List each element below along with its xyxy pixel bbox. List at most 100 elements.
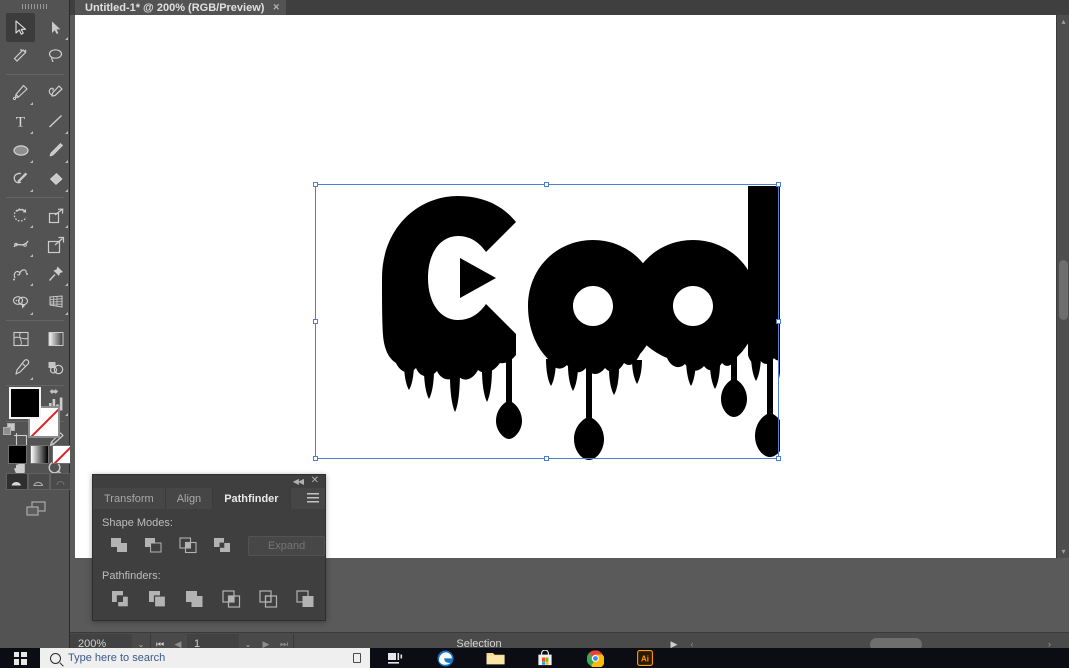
scroll-down-icon[interactable]: ▾ — [1057, 545, 1069, 558]
mesh-tool[interactable] — [6, 324, 35, 353]
tools-panel-drag-handle[interactable] — [0, 0, 70, 12]
minus-back-button[interactable] — [287, 588, 324, 610]
gradient-tool[interactable] — [41, 324, 70, 353]
vertical-scrollbar[interactable]: ▴ ▾ — [1056, 15, 1069, 558]
panel-titlebar[interactable]: ◀◀ ✕ — [93, 475, 325, 488]
scroll-up-icon[interactable]: ▴ — [1057, 15, 1069, 28]
blend-icon — [48, 361, 63, 374]
direct-selection-tool[interactable] — [41, 13, 70, 42]
scale-tool[interactable] — [41, 201, 70, 230]
curvature-tool[interactable] — [41, 78, 70, 107]
svg-text:Ai: Ai — [641, 655, 649, 664]
tool-separator — [6, 197, 64, 198]
width-tool[interactable] — [6, 230, 35, 259]
none-color-button[interactable] — [52, 445, 71, 464]
tab-transform[interactable]: Transform — [93, 488, 166, 509]
minus-back-icon — [295, 590, 313, 607]
collapse-panel-icon[interactable]: ◀◀ — [293, 477, 304, 486]
cortana-box-icon[interactable] — [353, 653, 361, 663]
exclude-icon — [214, 538, 231, 552]
fill-swatch[interactable] — [9, 387, 41, 419]
scroll-right-icon[interactable]: › — [1048, 639, 1051, 649]
panel-tab-strip: Transform Align Pathfinder — [93, 488, 325, 509]
start-button[interactable] — [0, 648, 40, 668]
tab-align[interactable]: Align — [166, 488, 214, 509]
flyout-indicator-icon — [30, 312, 33, 315]
line-segment-tool[interactable] — [41, 107, 70, 136]
type-T-icon: T — [16, 115, 25, 131]
microsoft-edge-button[interactable] — [420, 648, 470, 668]
vertical-scrollbar-thumb[interactable] — [1059, 260, 1068, 320]
merge-icon — [185, 591, 202, 607]
default-fill-stroke-icon[interactable] — [3, 423, 16, 436]
crop-icon — [221, 590, 240, 608]
flyout-indicator-icon — [30, 254, 33, 257]
eraser-tool[interactable] — [41, 165, 70, 194]
perspective-grid-icon — [49, 294, 62, 308]
lasso-tool[interactable] — [41, 42, 70, 71]
pen-nib-icon — [12, 84, 28, 101]
divide-button[interactable] — [102, 588, 139, 610]
blend-tool[interactable] — [41, 353, 70, 382]
crop-button[interactable] — [213, 588, 250, 610]
adobe-illustrator-button[interactable]: Ai — [620, 648, 670, 668]
eyedropper-tool[interactable] — [6, 353, 35, 382]
ellipse-tool[interactable] — [6, 136, 35, 165]
close-panel-icon[interactable]: ✕ — [311, 476, 319, 486]
merge-button[interactable] — [176, 588, 213, 610]
tools-panel: T ⬌ — [0, 0, 72, 655]
tab-pathfinder[interactable]: Pathfinder — [213, 488, 291, 509]
expand-button[interactable]: Expand — [248, 535, 326, 556]
draw-behind-button[interactable] — [28, 473, 50, 490]
lasso-icon — [48, 49, 63, 63]
type-tool[interactable]: T — [6, 107, 35, 136]
perspective-grid-tool[interactable] — [41, 288, 70, 317]
color-controls: ⬌ — [0, 385, 72, 516]
minus-front-button[interactable] — [137, 535, 172, 556]
intersect-button[interactable] — [171, 535, 206, 556]
document-tab-title: Untitled-1* @ 200% (RGB/Preview) — [85, 1, 265, 14]
google-chrome-button[interactable] — [570, 648, 620, 668]
draw-inside-button[interactable] — [50, 473, 72, 490]
solid-color-button[interactable] — [8, 445, 27, 464]
file-explorer-icon — [486, 652, 505, 664]
pushpin-icon — [48, 266, 63, 281]
gradient-button[interactable] — [30, 445, 49, 464]
file-explorer-button[interactable] — [470, 648, 520, 668]
curvature-pen-icon — [48, 85, 63, 97]
intersect-icon — [179, 537, 197, 554]
screen-mode-button[interactable] — [24, 500, 48, 518]
microsoft-store-button[interactable] — [520, 648, 570, 668]
document-tab[interactable]: Untitled-1* @ 200% (RGB/Preview) × — [75, 0, 287, 15]
draw-normal-icon — [11, 482, 21, 486]
free-transform-icon — [47, 236, 64, 253]
symbol-sprayer-tool[interactable] — [6, 259, 35, 288]
paintbrush-tool[interactable] — [41, 136, 70, 165]
pen-tool[interactable] — [6, 78, 35, 107]
trim-button[interactable] — [139, 588, 176, 610]
taskbar-search-box[interactable]: Type here to search — [40, 648, 370, 668]
free-transform-tool[interactable] — [41, 230, 70, 259]
rotate-tool[interactable] — [6, 201, 35, 230]
flyout-indicator-icon — [65, 160, 68, 163]
flyout-indicator-icon — [30, 160, 33, 163]
flyout-indicator-icon — [30, 377, 33, 380]
swap-fill-stroke-icon[interactable]: ⬌ — [47, 385, 61, 399]
shape-builder-tool[interactable] — [41, 259, 70, 288]
selection-tool[interactable] — [6, 13, 35, 42]
outline-button[interactable] — [250, 588, 287, 610]
selection-arrow-icon — [14, 19, 26, 35]
search-icon — [50, 652, 61, 664]
draw-normal-button[interactable] — [6, 473, 28, 490]
task-view-button[interactable] — [370, 648, 420, 668]
magic-wand-tool[interactable] — [6, 42, 35, 71]
unite-button[interactable] — [102, 535, 137, 556]
exclude-button[interactable] — [206, 535, 241, 556]
pathfinders-row — [102, 588, 325, 610]
panel-menu-icon[interactable] — [307, 493, 319, 503]
close-icon[interactable]: × — [273, 2, 279, 13]
divide-icon — [111, 591, 129, 608]
artwork-cool-text[interactable] — [310, 180, 780, 470]
shaper-tool[interactable] — [6, 165, 35, 194]
shape-builder-tool-2[interactable] — [6, 288, 35, 317]
